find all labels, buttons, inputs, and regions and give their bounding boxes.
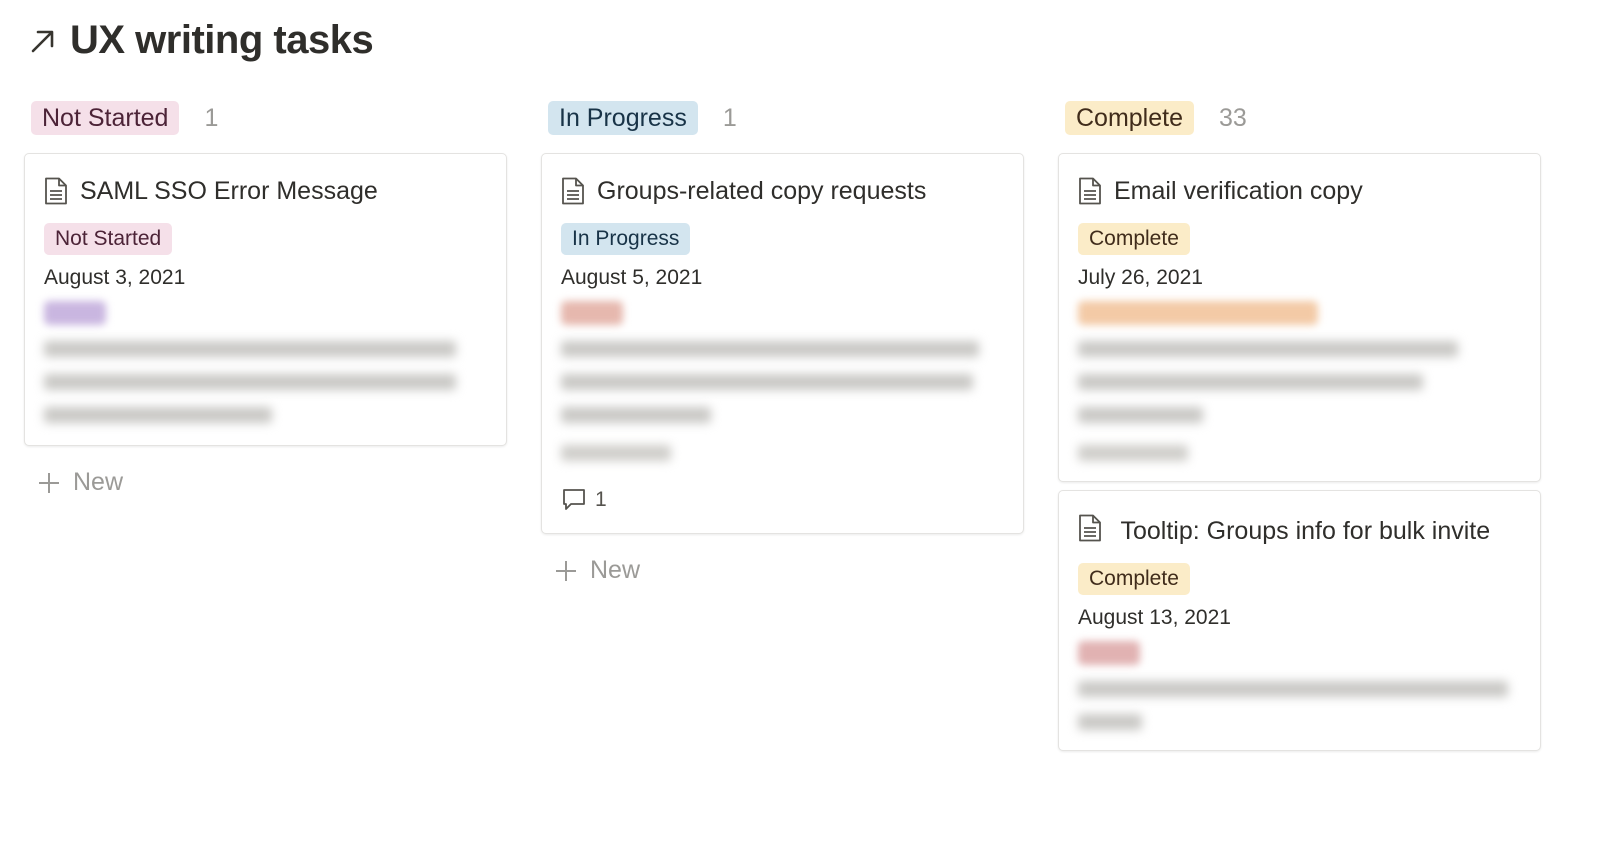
redacted-text-line [44,374,456,390]
card-email-verification-copy[interactable]: Email verification copy Complete July 26… [1058,153,1541,482]
status-badge: In Progress [561,223,691,255]
page-title: UX writing tasks [28,18,374,63]
plus-icon [556,560,576,581]
redacted-text-line [1078,407,1203,423]
new-card-button[interactable]: New [541,556,1024,585]
card-saml-sso-error-message[interactable]: SAML SSO Error Message Not Started Augus… [24,153,507,446]
group-count: 33 [1219,103,1247,132]
redacted-text-line [44,341,456,357]
column-not-started: Not Started 1 SAML SSO Error Message Not… [24,100,507,759]
card-groups-related-copy-requests[interactable]: Groups-related copy requests In Progress… [541,153,1024,534]
document-icon [1079,514,1101,542]
status-badge: Not Started [44,223,173,255]
card-title: Groups-related copy requests [597,177,927,205]
plus-icon [39,472,59,493]
arrow-up-right-icon[interactable] [28,26,58,56]
card-title: SAML SSO Error Message [80,177,378,205]
redacted-text-line [561,407,711,423]
card-title: Email verification copy [1114,177,1363,205]
redacted-text-line [1078,714,1142,730]
column-header: Not Started 1 [24,100,507,136]
group-badge-complete[interactable]: Complete [1065,101,1194,135]
new-card-label: New [590,556,641,584]
comment-count[interactable]: 1 [561,487,1004,513]
redacted-text-line [44,407,272,423]
column-complete: Complete 33 Email verification copy Comp… [1058,100,1541,759]
card-date: August 13, 2021 [1078,606,1231,629]
column-in-progress: In Progress 1 Groups-related copy reques… [541,100,1024,759]
new-card-button[interactable]: New [24,468,507,497]
redacted-tag [561,301,623,325]
card-date: August 5, 2021 [561,266,703,289]
redacted-text-line [1078,374,1423,390]
card-title: Tooltip: Groups info for bulk invite [1120,517,1491,545]
redacted-text-line [561,374,973,390]
redacted-tag [44,301,106,325]
comment-count-value: 1 [595,488,607,511]
status-badge: Complete [1078,563,1190,595]
card-date: July 26, 2021 [1078,266,1203,289]
document-icon [1079,177,1101,205]
document-icon [562,177,584,205]
group-badge-not-started[interactable]: Not Started [31,101,180,135]
group-badge-in-progress[interactable]: In Progress [548,101,698,135]
redacted-tag [1078,641,1140,665]
column-header: Complete 33 [1058,100,1541,136]
group-count: 1 [204,103,219,132]
page-title-text[interactable]: UX writing tasks [70,18,374,63]
redacted-tag [1078,301,1318,325]
card-title-row: Tooltip: Groups info for bulk invite [1078,509,1521,550]
redacted-link [561,445,671,461]
card-title-row: Groups-related copy requests [561,172,1004,210]
column-header: In Progress 1 [541,100,1024,136]
card-date: August 3, 2021 [44,266,186,289]
redacted-text-line [561,341,979,357]
redacted-text-line [1078,341,1458,357]
new-card-label: New [73,468,124,496]
redacted-text-line [1078,681,1508,697]
card-title-row: Email verification copy [1078,172,1521,210]
card-tooltip-groups-info-bulk-invite[interactable]: Tooltip: Groups info for bulk invite Com… [1058,490,1541,751]
kanban-board: Not Started 1 SAML SSO Error Message Not… [24,100,1541,759]
card-title-row: SAML SSO Error Message [44,172,487,210]
status-badge: Complete [1078,223,1190,255]
comment-icon [563,489,585,510]
group-count: 1 [722,103,737,132]
redacted-link [1078,445,1188,461]
document-icon [45,177,67,205]
